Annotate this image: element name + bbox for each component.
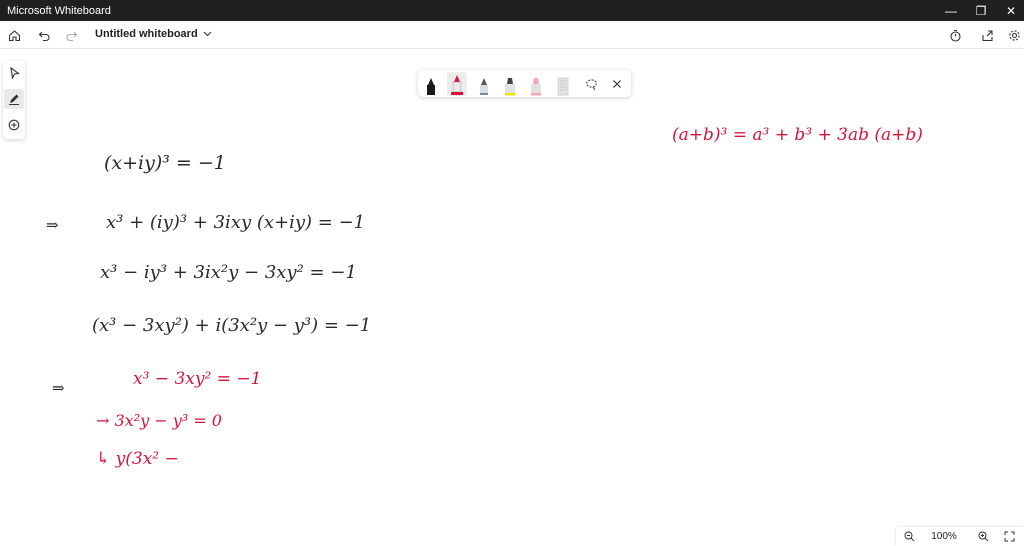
- document-name-dropdown[interactable]: Untitled whiteboard: [95, 28, 212, 40]
- minimize-button[interactable]: —: [934, 0, 968, 21]
- ink-line: (a+b)³ = a³ + b³ + 3ab (a+b): [672, 125, 923, 145]
- undo-button[interactable]: [34, 25, 54, 45]
- lasso-icon: [585, 78, 597, 90]
- restore-button[interactable]: ❐: [964, 0, 998, 21]
- home-button[interactable]: [4, 25, 24, 45]
- zoom-in-button[interactable]: [976, 529, 990, 543]
- redo-button[interactable]: [61, 25, 81, 45]
- red-pen-icon: [451, 75, 463, 95]
- zoom-in-icon: [978, 531, 988, 541]
- left-toolbar: [3, 61, 25, 139]
- ink-line: (x³ − 3xy²) + i(3x²y − y³) = −1: [92, 315, 372, 336]
- pen-red[interactable]: [447, 72, 467, 96]
- timer-icon: [949, 29, 961, 42]
- ink-line: x³ + (iy)³ + 3ixy (x+iy) = −1: [106, 212, 366, 233]
- ink-line: ⇒: [52, 379, 65, 397]
- ink-line: ⇒: [46, 216, 59, 234]
- plus-circle-icon: [8, 119, 20, 131]
- document-name: Untitled whiteboard: [95, 28, 198, 40]
- share-icon: [981, 29, 993, 41]
- zoom-level: 100%: [931, 531, 957, 542]
- highlighter-yellow[interactable]: [500, 72, 520, 96]
- pointer-icon: [9, 67, 20, 79]
- pink-highlighter-icon: [531, 78, 541, 96]
- select-tool[interactable]: [4, 63, 24, 83]
- share-button[interactable]: [977, 25, 997, 45]
- whiteboard-canvas[interactable]: (x+iy)³ = −1 ⇒ x³ + (iy)³ + 3ixy (x+iy) …: [0, 49, 1024, 529]
- ink-line: → 3x²y − y³ = 0: [96, 411, 222, 430]
- ink-line: ↳ y(3x² −: [96, 449, 179, 469]
- fit-screen-button[interactable]: [1002, 529, 1016, 543]
- settings-button[interactable]: [1004, 25, 1024, 45]
- close-icon: [613, 80, 621, 88]
- home-icon: [8, 29, 20, 41]
- pen-tray: [418, 70, 631, 97]
- black-pen-icon: [427, 78, 435, 95]
- pen-gray-blue[interactable]: [474, 72, 494, 96]
- zoom-out-button[interactable]: [902, 529, 916, 543]
- timer-button[interactable]: [945, 25, 965, 45]
- zoom-out-icon: [904, 531, 914, 541]
- minimize-icon: —: [945, 3, 957, 18]
- close-window-icon: ✕: [1005, 3, 1017, 18]
- app-title: Microsoft Whiteboard: [7, 4, 111, 17]
- zoom-bar: 100%: [896, 527, 1024, 546]
- restore-icon: ❐: [975, 3, 987, 18]
- gear-icon: [1008, 29, 1020, 41]
- ink-line: x³ − 3xy² = −1: [133, 369, 262, 389]
- redo-icon: [66, 31, 77, 41]
- add-tool[interactable]: [4, 115, 24, 135]
- ruler-tool[interactable]: [553, 72, 573, 96]
- lasso-button[interactable]: [581, 72, 601, 96]
- pen-tool[interactable]: [4, 89, 24, 109]
- gray-blue-pen-icon: [480, 78, 488, 95]
- pen-icon: [9, 94, 19, 105]
- ink-line: x³ − iy³ + 3ix²y − 3xy² = −1: [100, 262, 357, 283]
- chevron-down-icon: [203, 31, 212, 37]
- close-window-button[interactable]: ✕: [994, 0, 1024, 21]
- fit-screen-icon: [1004, 531, 1014, 541]
- yellow-highlighter-icon: [505, 78, 515, 96]
- ink-line: (x+iy)³ = −1: [104, 152, 226, 174]
- highlighter-pink[interactable]: [526, 72, 546, 96]
- app-toolbar: Untitled whiteboard: [0, 21, 1024, 49]
- ruler-icon: [557, 77, 569, 96]
- title-bar: Microsoft Whiteboard: [0, 0, 1024, 21]
- undo-icon: [38, 31, 49, 41]
- close-tray-button[interactable]: [607, 72, 627, 96]
- pen-black[interactable]: [421, 72, 441, 96]
